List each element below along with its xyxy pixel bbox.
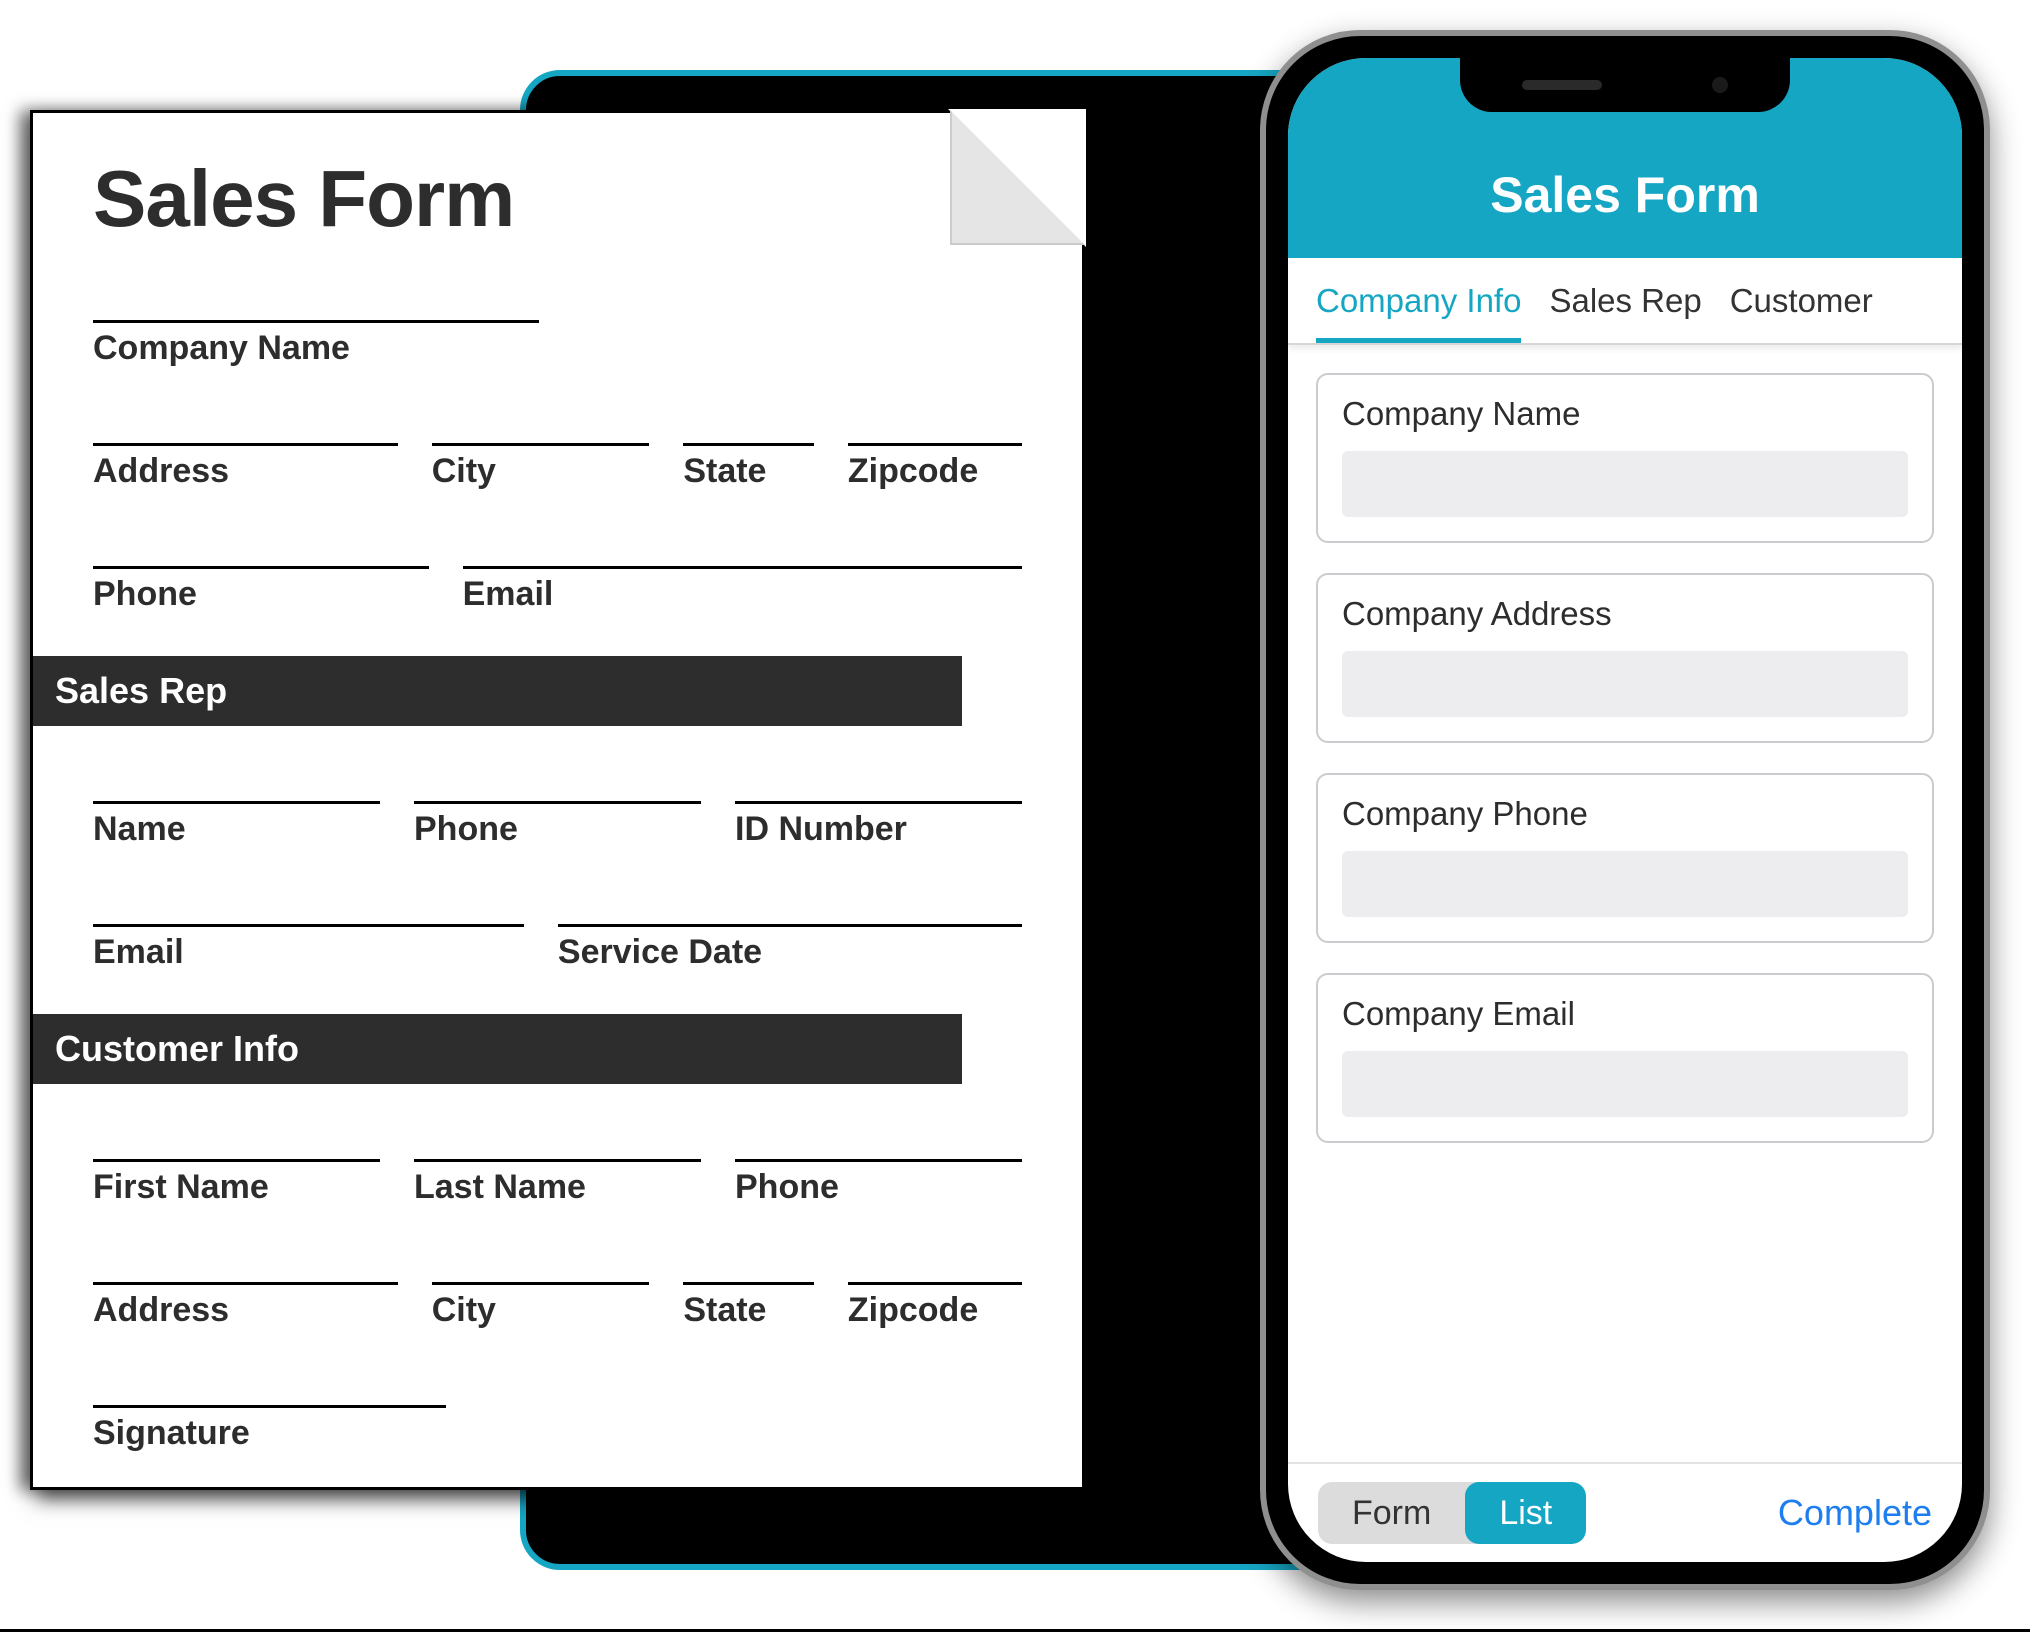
bottom-toolbar: Form List Complete: [1288, 1462, 1962, 1562]
input-line: [683, 406, 814, 446]
field-label: Company Address: [1342, 595, 1908, 633]
tabs-bar: Company Info Sales Rep Customer: [1288, 258, 1962, 345]
label-rep-id: ID Number: [735, 810, 1022, 849]
label-rep-email: Email: [93, 933, 524, 972]
field-card-company-email[interactable]: Company Email: [1316, 973, 1934, 1143]
input-line: [558, 887, 1022, 927]
label-zipcode: Zipcode: [848, 452, 1022, 491]
input-line: [432, 1245, 650, 1285]
label-service-date: Service Date: [558, 933, 1022, 972]
input-line: [735, 1122, 1022, 1162]
input-line: [93, 1122, 380, 1162]
label-address: Address: [93, 452, 398, 491]
label-cust-zipcode: Zipcode: [848, 1291, 1022, 1330]
form-fields-area: Company Name Company Address Company Pho…: [1288, 345, 1962, 1462]
input-line: [414, 1122, 701, 1162]
tab-sales-rep[interactable]: Sales Rep: [1549, 282, 1701, 343]
input-line: [735, 764, 1022, 804]
label-rep-name: Name: [93, 810, 380, 849]
phone-device: Sales Form Company Info Sales Rep Custom…: [1260, 30, 1990, 1590]
label-phone: Phone: [93, 575, 429, 614]
company-name-input[interactable]: [1342, 451, 1908, 517]
input-line: [848, 406, 1022, 446]
label-cust-address: Address: [93, 1291, 398, 1330]
field-card-company-phone[interactable]: Company Phone: [1316, 773, 1934, 943]
segment-form[interactable]: Form: [1318, 1482, 1465, 1544]
input-line: [93, 406, 398, 446]
company-email-input[interactable]: [1342, 1051, 1908, 1117]
label-cust-state: State: [683, 1291, 814, 1330]
company-address-input[interactable]: [1342, 651, 1908, 717]
label-first-name: First Name: [93, 1168, 380, 1207]
label-city: City: [432, 452, 650, 491]
paper-document: Sales Form Company Name Address City: [30, 110, 1085, 1490]
form-title: Sales Form: [93, 153, 1022, 245]
baseline-rule: [0, 1629, 2030, 1632]
complete-button[interactable]: Complete: [1778, 1492, 1932, 1534]
field-card-company-address[interactable]: Company Address: [1316, 573, 1934, 743]
section-sales-rep: Sales Rep: [33, 656, 962, 726]
label-cust-city: City: [432, 1291, 650, 1330]
section-customer-info: Customer Info: [33, 1014, 962, 1084]
label-email: Email: [463, 575, 1022, 614]
input-line: [463, 529, 1022, 569]
label-signature: Signature: [93, 1414, 446, 1453]
input-line: [683, 1245, 814, 1285]
input-line: [93, 764, 380, 804]
field-label: Company Name: [1342, 395, 1908, 433]
phone-notch: [1460, 58, 1790, 112]
input-line: [848, 1245, 1022, 1285]
input-line: [93, 1245, 398, 1285]
label-rep-phone: Phone: [414, 810, 701, 849]
input-line: [93, 887, 524, 927]
view-segmented-control: Form List: [1318, 1482, 1586, 1544]
input-line: [93, 529, 429, 569]
tab-customer[interactable]: Customer: [1730, 282, 1873, 343]
app-title: Sales Form: [1490, 166, 1760, 224]
field-card-company-name[interactable]: Company Name: [1316, 373, 1934, 543]
field-label: Company Phone: [1342, 795, 1908, 833]
segment-list[interactable]: List: [1465, 1482, 1586, 1544]
field-label: Company Email: [1342, 995, 1908, 1033]
label-company-name: Company Name: [93, 329, 539, 368]
input-line: [432, 406, 650, 446]
input-line: [93, 283, 539, 323]
input-line: [414, 764, 701, 804]
camera-icon: [1712, 77, 1728, 93]
label-cust-phone: Phone: [735, 1168, 1022, 1207]
tab-company-info[interactable]: Company Info: [1316, 282, 1521, 343]
input-line: [93, 1368, 446, 1408]
company-phone-input[interactable]: [1342, 851, 1908, 917]
label-state: State: [683, 452, 814, 491]
speaker-icon: [1522, 80, 1602, 90]
label-last-name: Last Name: [414, 1168, 701, 1207]
